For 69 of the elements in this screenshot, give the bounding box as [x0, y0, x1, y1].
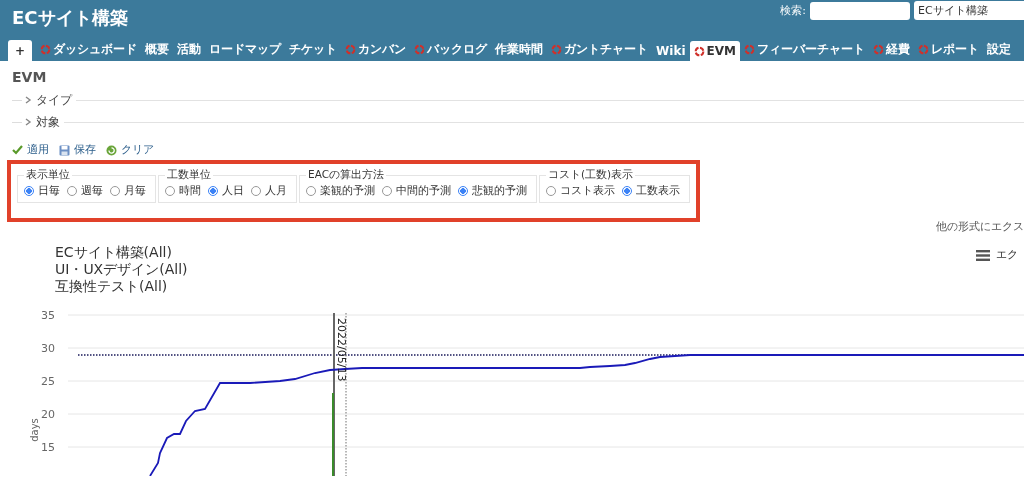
menu-icon[interactable]: [976, 249, 990, 261]
radio-label[interactable]: 日毎: [38, 184, 60, 198]
chevron-icon[interactable]: [24, 96, 32, 104]
radio-button[interactable]: [24, 186, 34, 196]
radio-label[interactable]: 楽観的予測: [320, 184, 375, 198]
menu-tab[interactable]: フィーバーチャート: [739, 38, 869, 61]
search-label: 検索:: [780, 3, 806, 18]
search-field[interactable]: [810, 1, 910, 20]
menu-tab[interactable]: 設定: [982, 38, 1015, 61]
radio-button[interactable]: [208, 186, 218, 196]
radio-label[interactable]: 悲観的予測: [472, 184, 527, 198]
radio-label[interactable]: 工数表示: [636, 184, 680, 198]
y-tick-label: 25: [41, 375, 55, 388]
chart-title: UI・UXデザイン(All): [55, 261, 188, 278]
menu-tab[interactable]: カンバン: [341, 38, 411, 61]
project-select[interactable]: ECサイト構築: [914, 1, 1024, 20]
menu-tab[interactable]: チケット: [285, 38, 342, 61]
radio-button[interactable]: [306, 186, 316, 196]
group-legend: 工数単位: [165, 168, 213, 182]
refresh-icon: [106, 144, 117, 156]
menu-tab[interactable]: 作業時間: [491, 38, 548, 61]
radio-button[interactable]: [67, 186, 77, 196]
date-marker-label: 2022/05/13: [335, 318, 348, 382]
menu-tab[interactable]: 経費: [868, 38, 914, 61]
radio-button[interactable]: [458, 186, 468, 196]
menu-tab[interactable]: バックログ: [410, 38, 492, 61]
menu-tab[interactable]: ダッシュボード: [36, 38, 142, 61]
axis-title: days: [29, 418, 40, 442]
radio-button[interactable]: [110, 186, 120, 196]
group-legend: コスト(工数)表示: [546, 168, 636, 182]
y-tick-label: 35: [41, 309, 55, 322]
radio-label[interactable]: 週毎: [81, 184, 103, 198]
menu-tab[interactable]: EVM: [689, 41, 740, 61]
group-legend: 表示単位: [24, 168, 72, 182]
export-link[interactable]: 他の形式にエクス: [936, 220, 1024, 236]
filter-label[interactable]: 対象: [36, 113, 60, 131]
new-button[interactable]: +: [8, 40, 33, 61]
action-link[interactable]: 適用: [27, 143, 49, 157]
menu-tab[interactable]: レポート: [913, 38, 983, 61]
menu-tab[interactable]: Wiki: [652, 41, 690, 61]
action-link[interactable]: クリア: [121, 143, 154, 157]
radio-label[interactable]: 中間的予測: [396, 184, 451, 198]
chart-title: ECサイト構築(All): [55, 244, 173, 261]
checkmark-icon: [12, 145, 23, 155]
radio-label[interactable]: 人日: [222, 184, 244, 198]
radio-label[interactable]: 人月: [265, 184, 287, 198]
y-tick-label: 20: [41, 408, 55, 421]
radio-label[interactable]: 月毎: [124, 184, 146, 198]
radio-label[interactable]: 時間: [179, 184, 201, 198]
radio-button[interactable]: [622, 186, 632, 196]
menu-label[interactable]: エク: [996, 248, 1018, 262]
chart-title: 互換性テスト(All): [55, 278, 169, 295]
radio-button[interactable]: [546, 186, 556, 196]
menu-tab[interactable]: ロードマップ: [205, 38, 286, 61]
action-link[interactable]: 保存: [74, 143, 96, 157]
project-title: ECサイト構築: [12, 6, 128, 30]
radio-button[interactable]: [251, 186, 261, 196]
chevron-icon[interactable]: [24, 118, 32, 126]
radio-button[interactable]: [165, 186, 175, 196]
group-legend: EACの算出方法: [306, 168, 386, 182]
menu-tab[interactable]: 概要: [141, 38, 174, 61]
y-tick-label: 30: [41, 342, 55, 355]
radio-label[interactable]: コスト表示: [560, 184, 615, 198]
y-tick-label: 15: [41, 441, 55, 454]
menu-tab[interactable]: ガントチャート: [547, 38, 653, 61]
filter-label[interactable]: タイプ: [36, 91, 72, 109]
radio-button[interactable]: [382, 186, 392, 196]
menu-tab[interactable]: 活動: [173, 38, 206, 61]
page-heading: EVM: [11, 68, 48, 87]
